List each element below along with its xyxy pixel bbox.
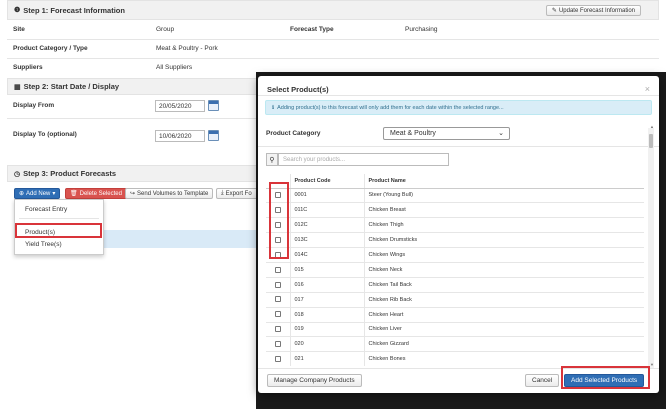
calendar-icon[interactable]	[208, 100, 219, 111]
product-name-cell: Chicken Breast	[364, 202, 644, 218]
table-row[interactable]: 011C Chicken Breast	[266, 202, 644, 218]
modal-title: Select Product(s)	[267, 85, 329, 94]
table-row[interactable]: 019 Chicken Liver	[266, 321, 644, 337]
add-new-button[interactable]: ⊕ Add New ▾	[14, 188, 61, 199]
product-name-cell: Chicken Gizzard	[364, 336, 644, 352]
delete-selected-button[interactable]: 🗑 Delete Selected	[65, 188, 127, 199]
product-name-cell: Chicken Wings	[364, 247, 644, 263]
products-table: Product Code Product Name 0001 Steer (You…	[266, 174, 644, 366]
product-code-cell: 019	[289, 321, 365, 337]
category-label: Product Category / Type	[13, 45, 88, 52]
menu-item-yield-trees[interactable]: Yield Tree(s)	[25, 241, 62, 248]
product-name-cell: Chicken Neck	[364, 261, 644, 278]
forecast-type-value: Purchasing	[405, 26, 438, 33]
table-row[interactable]: 0001 Steer (Young Bull)	[266, 187, 644, 203]
table-row[interactable]: 012C Chicken Thigh	[266, 217, 644, 233]
highlight-box	[15, 223, 102, 238]
forecast-type-label: Forecast Type	[290, 26, 334, 33]
table-row[interactable]: 018 Chicken Heart	[266, 306, 644, 323]
display-from-input[interactable]: 20/05/2020	[155, 100, 205, 112]
export-button[interactable]: ⤓ Export Fo	[216, 188, 258, 199]
product-name-cell: Chicken Liver	[364, 321, 644, 337]
manage-company-products-button[interactable]: Manage Company Products	[267, 374, 362, 387]
highlight-box	[269, 182, 289, 259]
row-checkbox[interactable]	[275, 266, 281, 273]
search-input[interactable]: Search your products...	[278, 153, 449, 166]
product-code-cell: 0001	[289, 187, 365, 203]
scroll-down-icon[interactable]: ▼	[650, 362, 654, 367]
product-code-cell: 020	[289, 336, 365, 352]
product-name-cell: Chicken Tail Back	[364, 276, 644, 293]
category-value: Meat & Poultry - Pork	[156, 45, 218, 52]
row-checkbox[interactable]	[275, 356, 281, 363]
product-name-cell: Chicken Rib Back	[364, 291, 644, 308]
row-checkbox[interactable]	[275, 326, 281, 333]
table-row[interactable]: 020 Chicken Gizzard	[266, 336, 644, 352]
plus-icon: ⊕	[19, 191, 25, 197]
info-alert: ℹ Adding product(s) to this forecast wil…	[265, 100, 652, 115]
product-code-cell: 021	[289, 351, 365, 366]
highlight-box	[561, 366, 650, 389]
step3-title: Step 3: Product Forecasts	[23, 169, 117, 178]
product-code-cell: 014C	[289, 247, 365, 263]
table-row[interactable]: 017 Chicken Rib Back	[266, 291, 644, 308]
product-code-cell: 011C	[289, 202, 365, 218]
step1-title: Step 1: Forecast Information	[23, 5, 125, 15]
product-name-header: Product Name	[364, 174, 644, 189]
download-icon: ⤓	[221, 190, 224, 196]
product-name-cell: Chicken Thigh	[364, 217, 644, 233]
site-value: Group	[156, 26, 175, 33]
table-row[interactable]: 016 Chicken Tail Back	[266, 276, 644, 293]
product-name-cell: Chicken Bones	[364, 351, 644, 366]
table-row[interactable]: 021 Chicken Bones	[266, 351, 644, 366]
info-icon: ❶	[14, 7, 21, 14]
row-checkbox[interactable]	[275, 311, 281, 318]
close-icon[interactable]: ×	[645, 84, 650, 94]
chevron-down-icon: ⌄	[498, 130, 504, 137]
product-code-cell: 018	[289, 306, 365, 323]
display-to-label: Display To (optional)	[13, 131, 77, 138]
row-checkbox[interactable]	[275, 341, 281, 348]
display-from-label: Display From	[13, 102, 55, 109]
trash-icon: 🗑	[70, 191, 78, 197]
product-code-cell: 015	[289, 261, 365, 278]
clock-icon: ◷	[14, 170, 21, 178]
product-category-select[interactable]: Meat & Poultry ⌄	[383, 127, 510, 140]
calendar-icon: ▦	[14, 83, 21, 91]
table-row[interactable]: 013C Chicken Drumsticks	[266, 232, 644, 248]
suppliers-label: Suppliers	[13, 64, 43, 71]
send-volumes-button[interactable]: ↪ Send Volumes to Template	[125, 188, 214, 199]
caret-down-icon: ▾	[52, 191, 56, 197]
row-checkbox[interactable]	[275, 296, 281, 303]
site-label: Site	[13, 26, 25, 33]
product-code-cell: 013C	[289, 232, 365, 248]
cancel-button[interactable]: Cancel	[525, 374, 560, 387]
suppliers-value: All Suppliers	[156, 64, 193, 71]
product-code-cell: 016	[289, 276, 365, 293]
product-name-cell: Steer (Young Bull)	[364, 187, 644, 203]
search-icon[interactable]: ⚲	[266, 153, 278, 166]
table-row[interactable]: 014C Chicken Wings	[266, 247, 644, 263]
product-code-cell: 012C	[289, 217, 365, 233]
display-to-input[interactable]: 10/06/2020	[155, 130, 205, 142]
menu-item-forecast-entry[interactable]: Forecast Entry	[25, 206, 67, 213]
update-forecast-button[interactable]: ✎ Update Forecast Information	[545, 5, 641, 16]
product-code-header: Product Code	[289, 174, 365, 189]
step2-title: Step 2: Start Date / Display	[23, 82, 120, 91]
calendar-icon[interactable]	[208, 130, 219, 141]
share-icon: ↪	[130, 191, 136, 197]
product-category-label: Product Category	[266, 130, 321, 137]
info-icon: ℹ	[272, 104, 275, 111]
product-name-cell: Chicken Drumsticks	[364, 232, 644, 248]
pencil-icon: ✎	[551, 8, 557, 14]
row-checkbox[interactable]	[275, 281, 281, 288]
table-row[interactable]: 015 Chicken Neck	[266, 261, 644, 278]
product-code-cell: 017	[289, 291, 365, 308]
scrollbar[interactable]	[648, 128, 654, 368]
select-products-modal: Select Product(s) × ℹ Adding product(s) …	[258, 76, 659, 393]
product-name-cell: Chicken Heart	[364, 306, 644, 323]
